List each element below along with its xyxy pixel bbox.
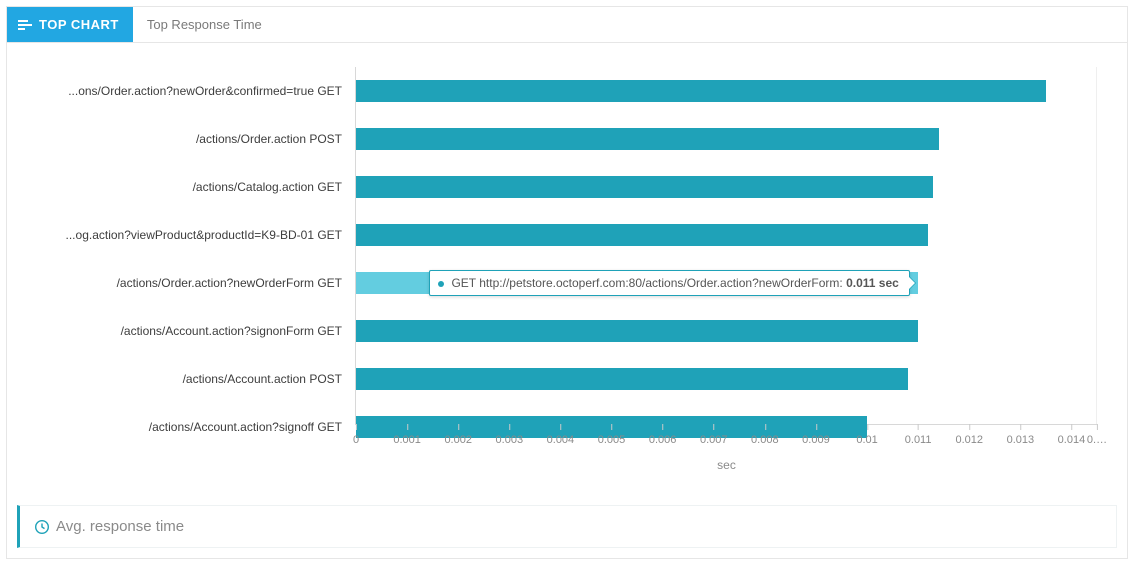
bar-label: /actions/Catalog.action GET xyxy=(22,180,342,194)
bar-row: /actions/Order.action POST xyxy=(356,115,1097,163)
bar-row: ...ons/Order.action?newOrder&confirmed=t… xyxy=(356,67,1097,115)
bar[interactable] xyxy=(356,224,928,246)
x-tick: 0.011 xyxy=(905,424,932,446)
x-tick: 0.001 xyxy=(393,424,421,446)
x-tick: 0.008 xyxy=(751,424,779,446)
bar-row: /actions/Catalog.action GET xyxy=(356,163,1097,211)
top-chart-badge: TOP CHART xyxy=(7,7,133,42)
x-tick: 0.009 xyxy=(802,424,830,446)
bar[interactable] xyxy=(356,80,1046,102)
x-tick: 0.014 xyxy=(1058,424,1086,446)
panel-title: Top Response Time xyxy=(133,7,276,42)
bar-chart-icon xyxy=(17,17,33,33)
legend-row[interactable]: Avg. response time xyxy=(17,505,1117,548)
bar-label: ...og.action?viewProduct&productId=K9-BD… xyxy=(22,228,342,242)
bar-label: /actions/Account.action?signonForm GET xyxy=(22,324,342,338)
clock-icon xyxy=(34,519,50,535)
x-tick: 0.004 xyxy=(547,424,575,446)
bar[interactable] xyxy=(356,272,918,294)
bar-label: /actions/Order.action POST xyxy=(22,132,342,146)
bar[interactable] xyxy=(356,320,918,342)
plot[interactable]: ...ons/Order.action?newOrder&confirmed=t… xyxy=(355,67,1097,425)
bar[interactable] xyxy=(356,368,908,390)
bar-label: /actions/Account.action POST xyxy=(22,372,342,386)
bar[interactable] xyxy=(356,128,939,150)
x-tick: 0.002 xyxy=(444,424,472,446)
bar-label: ...ons/Order.action?newOrder&confirmed=t… xyxy=(22,84,342,98)
top-chart-badge-label: TOP CHART xyxy=(39,17,119,32)
legend-label: Avg. response time xyxy=(56,518,184,535)
x-tick: 0 xyxy=(353,424,359,446)
bar-row: /actions/Account.action POST xyxy=(356,355,1097,403)
bar-row: ...og.action?viewProduct&productId=K9-BD… xyxy=(356,211,1097,259)
x-tick: 0.003 xyxy=(496,424,524,446)
x-tick: 0.012 xyxy=(955,424,983,446)
x-tick: 0.005 xyxy=(598,424,626,446)
x-tick: 0.006 xyxy=(649,424,677,446)
bar-row: /actions/Account.action?signonForm GET xyxy=(356,307,1097,355)
bar-label: /actions/Account.action?signoff GET xyxy=(22,420,342,434)
x-tick-overflow: 0.… xyxy=(1087,424,1107,446)
panel-header: TOP CHART Top Response Time xyxy=(7,7,1127,43)
x-tick: 0.01 xyxy=(856,424,877,446)
bar-row: /actions/Order.action?newOrderForm GET xyxy=(356,259,1097,307)
x-axis-label: sec xyxy=(717,458,736,472)
chart-area: ...ons/Order.action?newOrder&confirmed=t… xyxy=(7,43,1127,505)
bar-label: /actions/Order.action?newOrderForm GET xyxy=(22,276,342,290)
x-tick: 0.013 xyxy=(1007,424,1035,446)
bar[interactable] xyxy=(356,176,933,198)
top-chart-panel: TOP CHART Top Response Time ...ons/Order… xyxy=(6,6,1128,559)
x-tick: 0.007 xyxy=(700,424,728,446)
x-axis-ticks: 0 0.001 0.002 0.003 0.004 0.005 0.006 0.007 0.00… xyxy=(356,424,1097,454)
